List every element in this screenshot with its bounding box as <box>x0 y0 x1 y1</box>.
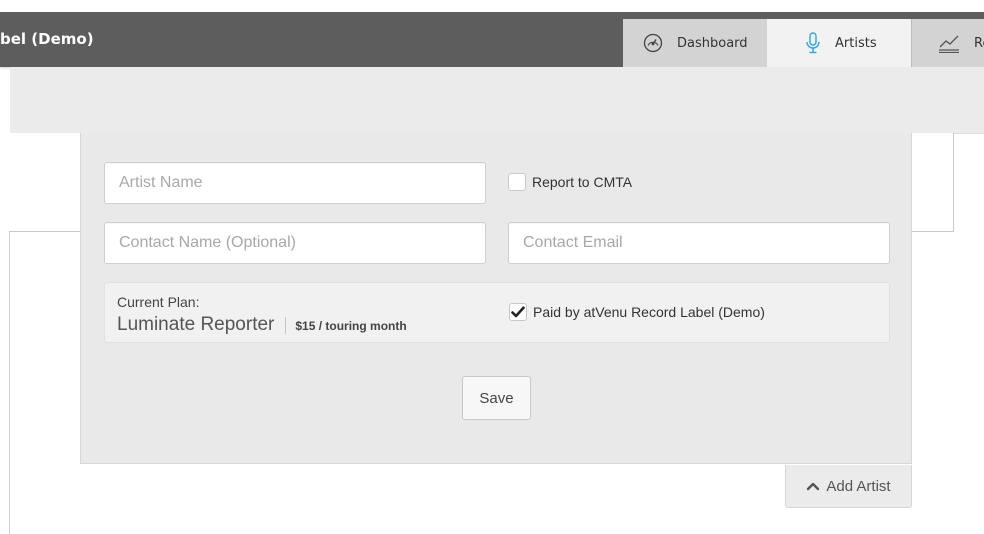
tab-reports-label: Re <box>974 35 984 51</box>
report-cmta-checkbox[interactable] <box>508 173 526 191</box>
report-cmta-label: Report to CMTA <box>532 174 633 190</box>
report-cmta-checkbox-row[interactable]: Report to CMTA <box>508 173 632 191</box>
plan-name: Luminate Reporter <box>117 314 275 335</box>
tab-dashboard-label: Dashboard <box>677 35 748 51</box>
chevron-up-icon <box>806 481 820 491</box>
tab-dashboard[interactable]: Dashboard <box>623 19 767 67</box>
line-chart-icon <box>938 33 960 53</box>
plan-separator <box>285 316 287 334</box>
microphone-icon <box>805 32 821 54</box>
add-artist-form: Report to CMTA Current Plan: Luminate Re… <box>80 133 912 464</box>
tab-artists[interactable]: Artists <box>767 19 911 67</box>
app-title: bel (Demo) <box>0 30 94 48</box>
current-plan-label: Current Plan: <box>117 294 200 310</box>
top-navigation-bar: bel (Demo) Dashboard Artists R <box>0 12 984 67</box>
contact-name-input[interactable] <box>104 222 486 264</box>
tab-reports[interactable]: Re <box>911 19 984 67</box>
page-divider <box>9 231 10 534</box>
current-plan-box: Current Plan: Luminate Reporter $15 / to… <box>104 282 890 343</box>
gauge-icon <box>643 33 663 53</box>
paid-by-checkbox[interactable] <box>509 303 527 321</box>
save-button[interactable]: Save <box>462 376 531 420</box>
contact-email-input[interactable] <box>508 222 890 264</box>
paid-by-label: Paid by atVenu Record Label (Demo) <box>533 304 765 320</box>
sub-header <box>10 67 984 134</box>
artist-name-input[interactable] <box>104 162 486 204</box>
tab-artists-label: Artists <box>835 35 877 51</box>
current-plan-line: Luminate Reporter $15 / touring month <box>117 314 407 336</box>
paid-by-checkbox-row[interactable]: Paid by atVenu Record Label (Demo) <box>509 303 765 321</box>
add-artist-label: Add Artist <box>826 477 891 495</box>
plan-price: $15 / touring month <box>295 319 407 333</box>
add-artist-toggle-button[interactable]: Add Artist <box>785 465 912 508</box>
checkmark-icon <box>511 306 525 318</box>
